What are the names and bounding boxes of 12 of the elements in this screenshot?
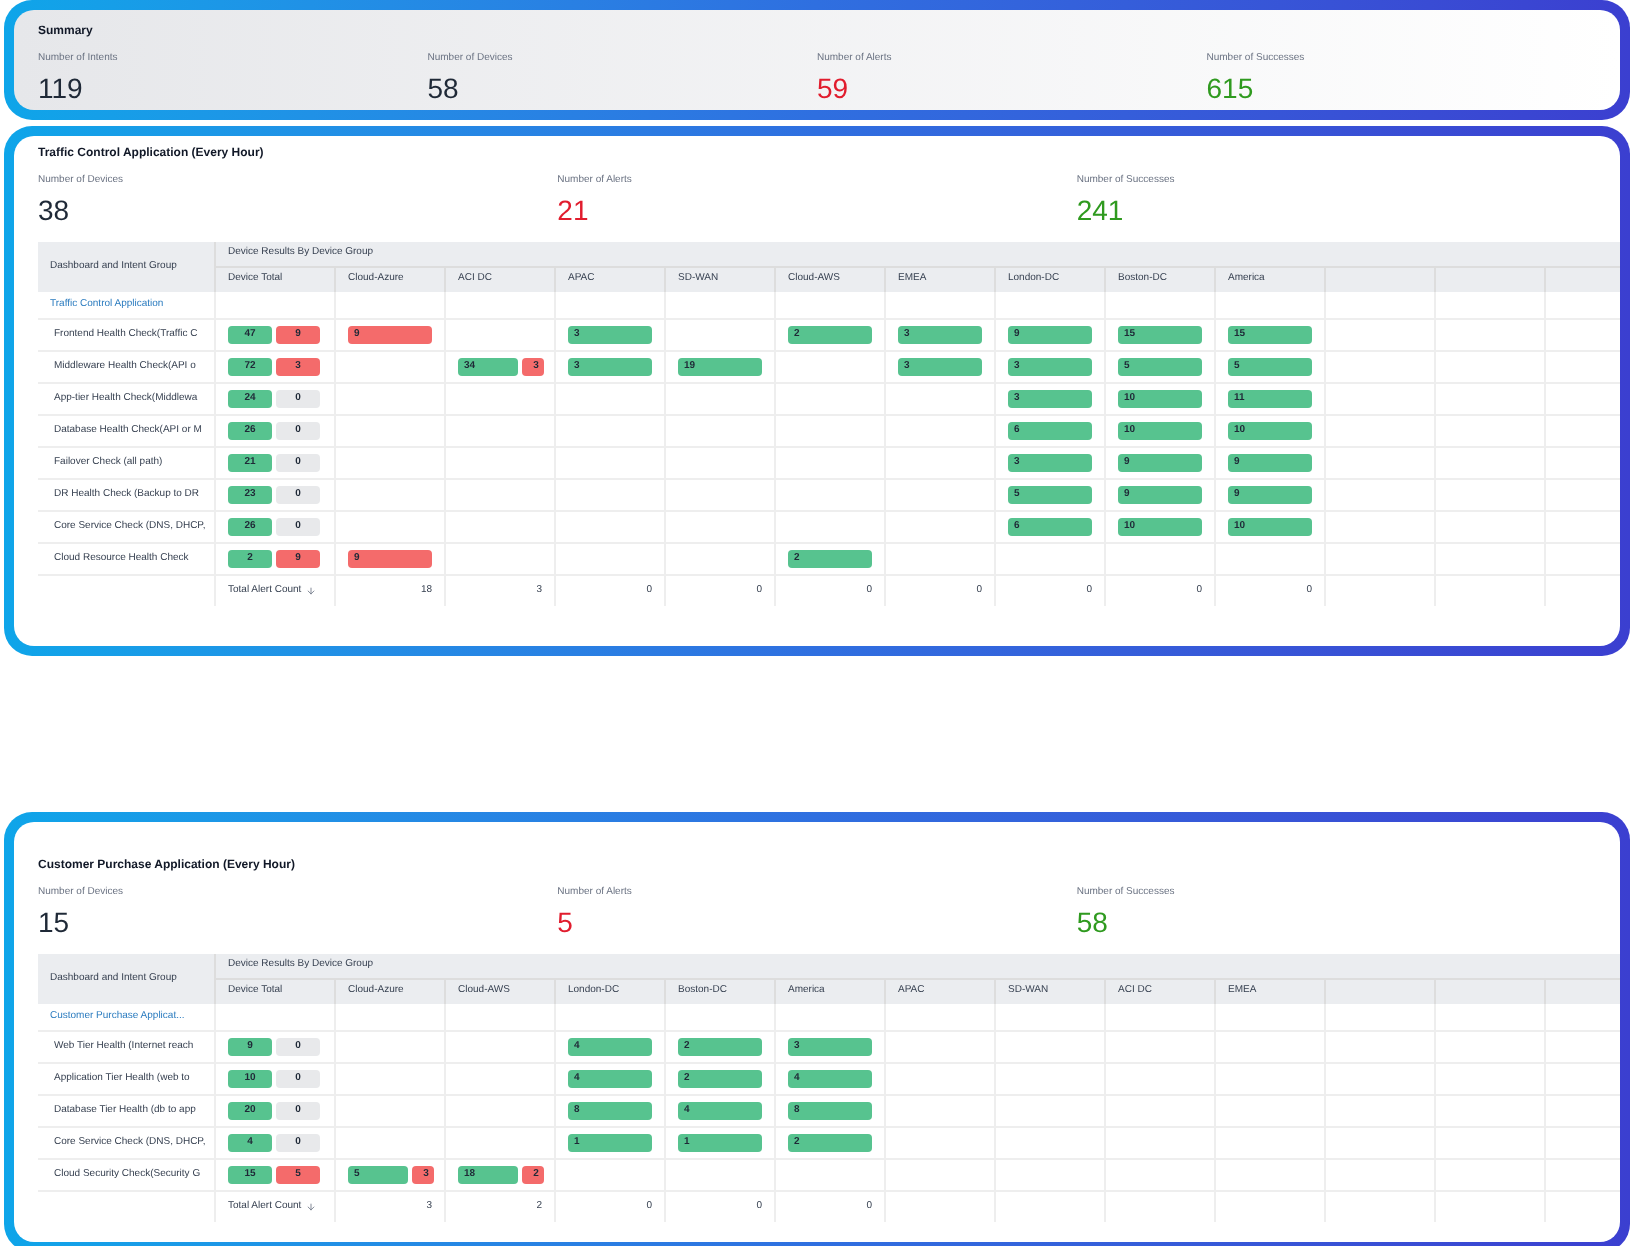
metric-value: 615 xyxy=(1206,70,1256,106)
metric-value: 21 xyxy=(557,192,591,228)
sort-arrow-icon[interactable] xyxy=(305,1202,316,1212)
metric-value: 5 xyxy=(557,904,575,940)
metric-value: 119 xyxy=(38,70,85,106)
metric-value: 59 xyxy=(817,70,851,106)
metric-value: 241 xyxy=(1076,192,1126,228)
metric-value: 58 xyxy=(1076,904,1110,940)
sort-arrow-icon[interactable] xyxy=(305,586,316,596)
metric-value: 58 xyxy=(427,70,461,106)
metric-value: 38 xyxy=(38,192,72,228)
metric-value: 15 xyxy=(38,904,72,940)
